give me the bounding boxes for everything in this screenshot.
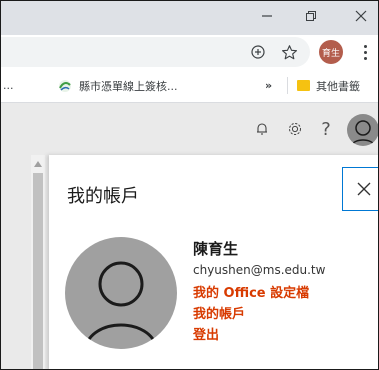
bookmarks-overflow-button[interactable]: »: [265, 69, 272, 102]
close-icon: [357, 182, 371, 196]
bookmarks-bar: ... 縣市憑單線上簽核... » 其他書籤: [1, 69, 378, 103]
app-header: ?: [1, 103, 378, 155]
bell-icon: [257, 123, 267, 135]
profile-avatar-button[interactable]: 育生: [319, 40, 343, 64]
panel-title: 我的帳戶: [67, 186, 139, 207]
bookmarks-ellipsis: ...: [3, 79, 14, 92]
user-icon: [83, 261, 159, 349]
help-button[interactable]: ?: [314, 117, 338, 141]
user-icon: [350, 120, 376, 146]
my-account-link[interactable]: 我的帳戶: [193, 304, 378, 325]
bookmark-item[interactable]: 縣市憑單線上簽核...: [58, 69, 178, 102]
close-icon: [355, 10, 367, 22]
sign-out-link[interactable]: 登出: [193, 325, 378, 346]
close-panel-button[interactable]: [342, 167, 378, 211]
user-info: 陳育生 chyushen@ms.edu.tw 我的 Office 設定檔 我的帳…: [193, 239, 378, 346]
scroll-thumb[interactable]: [33, 173, 43, 369]
screen: 育生 ... 縣市憑單線上簽核... » 其他書籤 ? 我的帳戶 陳育生 chy…: [0, 0, 379, 370]
browser-menu-icon[interactable]: [357, 40, 373, 64]
bookmark-label: 縣市憑單線上簽核...: [79, 79, 178, 93]
restore-button[interactable]: [291, 1, 331, 31]
bookmark-favicon-icon: [58, 79, 72, 93]
address-bar[interactable]: [1, 37, 310, 67]
close-window-button[interactable]: [341, 1, 378, 31]
scrollbar[interactable]: [31, 155, 45, 369]
gear-icon: [289, 123, 301, 135]
user-name: 陳育生: [193, 240, 239, 258]
profile-avatar: [65, 237, 177, 349]
star-icon[interactable]: [280, 43, 298, 61]
add-circle-icon[interactable]: [249, 43, 267, 61]
user-email: chyushen@ms.edu.tw: [193, 263, 326, 277]
notifications-button[interactable]: [250, 117, 274, 141]
minimize-icon: [262, 15, 272, 17]
restore-icon: [306, 11, 316, 21]
title-bar: [1, 1, 378, 35]
scroll-up-icon[interactable]: [31, 159, 45, 169]
folder-icon: [297, 80, 310, 91]
bookmarks-separator: [287, 77, 288, 94]
settings-button[interactable]: [283, 117, 307, 141]
user-avatar-button[interactable]: [347, 114, 378, 146]
office-profile-link[interactable]: 我的 Office 設定檔: [193, 283, 378, 304]
toolbar: 育生: [1, 35, 378, 69]
other-bookmarks-label: 其他書籤: [316, 79, 360, 93]
account-panel: 我的帳戶 陳育生 chyushen@ms.edu.tw 我的 Office 設定…: [49, 155, 378, 369]
minimize-button[interactable]: [247, 1, 287, 31]
other-bookmarks[interactable]: 其他書籤: [297, 69, 360, 102]
